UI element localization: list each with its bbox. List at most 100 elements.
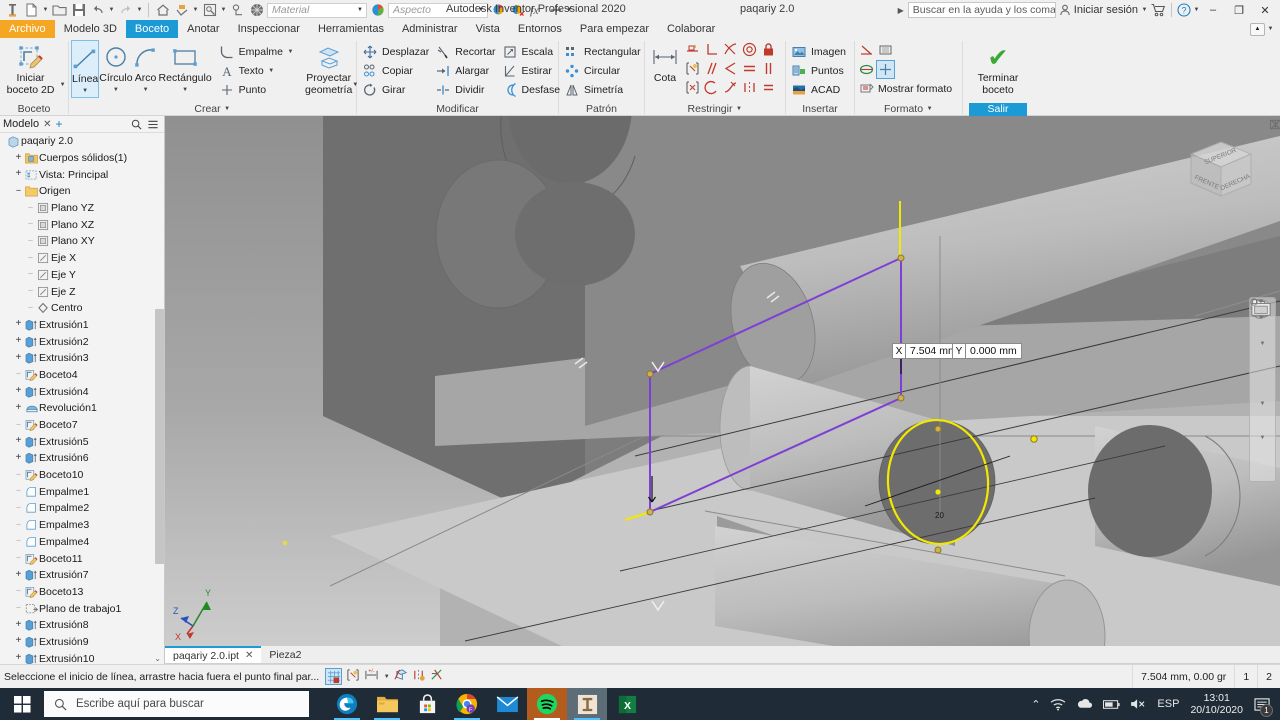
tree-item[interactable]: + Cuerpos sólidos(1) bbox=[0, 150, 164, 167]
tree-item[interactable]: – Empalme2 bbox=[0, 500, 164, 517]
tree-item[interactable]: – Eje Z bbox=[0, 283, 164, 300]
tree-item[interactable]: + Revolución1 bbox=[0, 400, 164, 417]
copiar-button[interactable]: Copiar bbox=[359, 61, 432, 80]
browser-add-icon[interactable]: + bbox=[55, 117, 62, 131]
dimension-display-icon[interactable]: +/- bbox=[364, 668, 379, 685]
crear-panel-dropdown-icon[interactable]: ▼ bbox=[224, 106, 231, 112]
tree-expander[interactable]: + bbox=[13, 453, 24, 464]
return-dropdown-icon[interactable]: ▼ bbox=[192, 7, 199, 13]
save-icon[interactable] bbox=[70, 2, 87, 19]
coincident-constraint-icon[interactable] bbox=[702, 78, 721, 97]
empalme-button[interactable]: Empalme ▼ bbox=[216, 42, 297, 61]
notification-center-button[interactable]: 1 bbox=[1249, 688, 1276, 720]
tab-entornos[interactable]: Entornos bbox=[509, 20, 571, 38]
close-button[interactable]: ✕ bbox=[1252, 0, 1278, 20]
horizontal-constraint-icon[interactable] bbox=[740, 59, 759, 78]
ribbon-options-icon[interactable]: ▼ bbox=[1267, 26, 1274, 32]
terminar-boceto-button[interactable]: ✔ Terminar boceto bbox=[969, 40, 1027, 96]
acad-button[interactable]: ACAD bbox=[788, 80, 849, 99]
constraint-display-icon[interactable] bbox=[346, 668, 360, 685]
battery-icon[interactable] bbox=[1098, 688, 1125, 720]
restringir-panel-dropdown-icon[interactable]: ▼ bbox=[735, 106, 742, 112]
formato-panel-dropdown-icon[interactable]: ▼ bbox=[926, 106, 933, 112]
angle-constraint-icon[interactable] bbox=[721, 59, 740, 78]
desplazar-button[interactable]: Desplazar bbox=[359, 42, 432, 61]
new-file-icon[interactable] bbox=[23, 2, 40, 19]
tree-expander[interactable]: + bbox=[13, 436, 24, 447]
constraint-settings-icon[interactable] bbox=[683, 78, 702, 97]
tree-item[interactable]: – Eje Y bbox=[0, 267, 164, 284]
construction-line-icon[interactable] bbox=[857, 41, 876, 60]
tree-expander[interactable]: + bbox=[13, 403, 24, 414]
tree-root-item[interactable]: paqariy 2.0 ⌃ bbox=[0, 133, 164, 150]
tree-item[interactable]: + Extrusión6 bbox=[0, 450, 164, 467]
search-expand-icon[interactable]: ▶ bbox=[898, 6, 908, 15]
dim-y-value[interactable]: 0.000 mm bbox=[966, 343, 1022, 359]
taskbar-app-store[interactable] bbox=[407, 688, 447, 720]
rectangular-button[interactable]: Rectangular bbox=[561, 42, 644, 61]
tree-expander[interactable]: + bbox=[13, 153, 24, 164]
tree-item[interactable]: – Plano XZ bbox=[0, 216, 164, 233]
taskbar-clock[interactable]: 13:01 20/10/2020 bbox=[1184, 692, 1249, 716]
pan-hand-icon[interactable] bbox=[1252, 299, 1274, 374]
browser-scroll-thumb[interactable] bbox=[155, 309, 164, 564]
texto-dropdown-icon[interactable]: ▼ bbox=[268, 68, 275, 74]
tree-item[interactable]: + Vista: Principal bbox=[0, 166, 164, 183]
slice-graphics-icon[interactable] bbox=[394, 668, 408, 685]
tree-item[interactable]: + Extrusión8 bbox=[0, 617, 164, 634]
tree-expander[interactable]: + bbox=[13, 319, 24, 330]
alargar-button[interactable]: Alargar bbox=[432, 61, 498, 80]
tree-item[interactable]: + Extrusión10 ⌄ bbox=[0, 650, 164, 664]
home-view-icon[interactable] bbox=[154, 2, 171, 19]
taskbar-app-explorer[interactable] bbox=[367, 688, 407, 720]
tangent-constraint-icon[interactable] bbox=[721, 40, 740, 59]
return-icon[interactable] bbox=[173, 2, 190, 19]
tab-boceto[interactable]: Boceto bbox=[125, 20, 179, 38]
show-constraints-icon[interactable] bbox=[683, 59, 702, 78]
tab-vista[interactable]: Vista bbox=[467, 20, 509, 38]
tree-expander[interactable]: + bbox=[13, 336, 24, 347]
help-icon[interactable]: ? bbox=[1175, 2, 1193, 19]
proyectar-geometria-button[interactable]: Proyectar geometría bbox=[305, 40, 352, 96]
ribbon-collapse-icon[interactable]: ▲ bbox=[1250, 22, 1265, 36]
orbit-icon[interactable] bbox=[1250, 298, 1274, 434]
doc-tab-pieza2[interactable]: Pieza2 bbox=[261, 646, 310, 663]
undo-icon[interactable] bbox=[89, 2, 106, 19]
tree-expander[interactable]: + bbox=[13, 653, 24, 664]
tree-item[interactable]: + Extrusión7 bbox=[0, 567, 164, 584]
tree-scroll-down-icon[interactable]: ⌄ bbox=[154, 654, 161, 663]
lock-constraint-icon[interactable] bbox=[759, 40, 778, 59]
estirar-button[interactable]: Estirar bbox=[499, 61, 564, 80]
tree-expander[interactable]: + bbox=[13, 570, 24, 581]
grid-display-icon[interactable] bbox=[325, 668, 343, 685]
taskbar-app-chrome[interactable]: F bbox=[447, 688, 487, 720]
select-icon[interactable] bbox=[229, 2, 246, 19]
concentric-constraint-icon[interactable] bbox=[740, 40, 759, 59]
shopping-cart-icon[interactable] bbox=[1148, 2, 1168, 19]
tree-expander[interactable]: + bbox=[13, 620, 24, 631]
equal-constraint-icon[interactable] bbox=[759, 78, 778, 97]
fix-constraint-icon[interactable] bbox=[683, 40, 702, 59]
tree-item[interactable]: + Extrusión2 bbox=[0, 333, 164, 350]
volume-muted-icon[interactable] bbox=[1125, 688, 1152, 720]
hamburger-icon[interactable] bbox=[147, 119, 159, 130]
mostrar-formato-button[interactable]: Mostrar formato bbox=[857, 79, 955, 98]
tree-item[interactable]: – Empalme1 bbox=[0, 483, 164, 500]
tree-item[interactable]: + Extrusión1 bbox=[0, 317, 164, 334]
tree-item[interactable]: + Extrusión9 bbox=[0, 634, 164, 651]
navbar-settings-icon[interactable] bbox=[1250, 298, 1274, 481]
taskbar-app-spotify[interactable] bbox=[527, 688, 567, 720]
linea-dropdown-icon[interactable]: ▼ bbox=[82, 86, 89, 98]
help-dropdown-icon[interactable]: ▼ bbox=[1193, 7, 1200, 13]
browser-scrollbar[interactable] bbox=[155, 133, 164, 650]
iniciar-boceto-dropdown-icon[interactable]: ▼ bbox=[59, 82, 66, 88]
sign-in-dropdown-icon[interactable]: ▼ bbox=[1141, 7, 1148, 13]
remove-constraint-icon[interactable] bbox=[430, 668, 444, 685]
tab-colaborar[interactable]: Colaborar bbox=[658, 20, 724, 38]
tree-expander[interactable]: + bbox=[13, 353, 24, 364]
tree-expander[interactable]: + bbox=[13, 386, 24, 397]
simetria-button[interactable]: Simetría bbox=[561, 80, 644, 99]
update-icon[interactable] bbox=[201, 2, 218, 19]
recortar-button[interactable]: Recortar bbox=[432, 42, 498, 61]
restore-button[interactable]: ❐ bbox=[1226, 0, 1252, 20]
